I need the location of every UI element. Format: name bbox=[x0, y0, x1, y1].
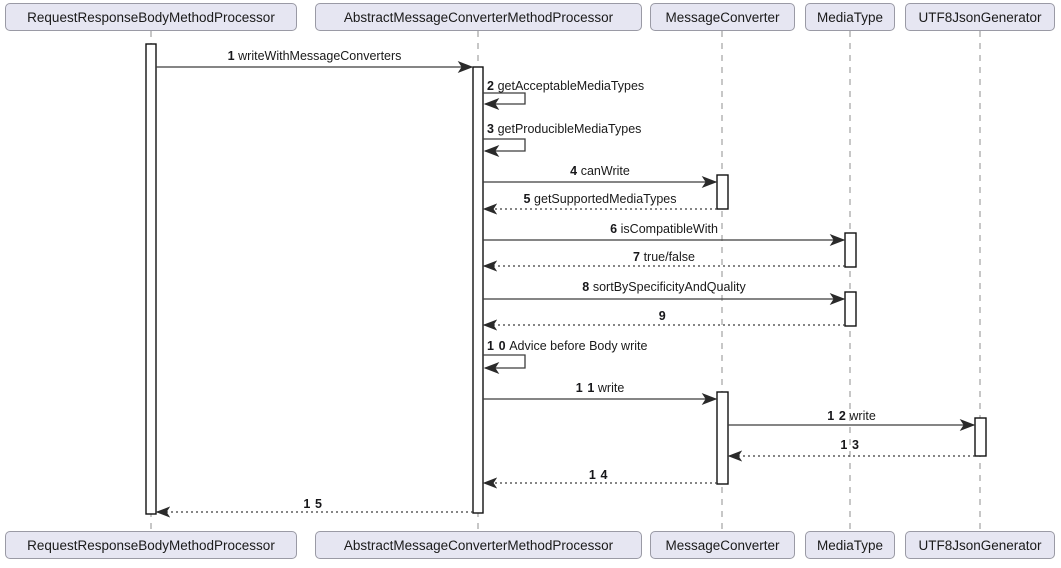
participant-label: MediaType bbox=[816, 9, 884, 25]
lifelines-group bbox=[150, 31, 981, 531]
activation-bar-p2 bbox=[472, 66, 484, 514]
participant-header-p5[interactable]: UTF8JsonGenerator bbox=[905, 3, 1055, 31]
message-text: getProducibleMediaTypes bbox=[497, 122, 642, 136]
message-label-14: 1 5 bbox=[303, 497, 325, 511]
message-text: canWrite bbox=[580, 164, 630, 178]
message-number: 1 bbox=[227, 49, 236, 63]
activation-bar-p1 bbox=[145, 43, 157, 515]
activation-bar-p4 bbox=[844, 232, 857, 268]
message-label-7: 8 sortBySpecificityAndQuality bbox=[582, 280, 745, 294]
participant-label: UTF8JsonGenerator bbox=[918, 9, 1042, 25]
self-message-1 bbox=[483, 92, 526, 110]
participant-footer-p5[interactable]: UTF8JsonGenerator bbox=[905, 531, 1055, 559]
message-number: 5 bbox=[523, 192, 532, 206]
participant-label: MediaType bbox=[816, 537, 884, 553]
message-text: write bbox=[597, 381, 625, 395]
message-label-0: 1 writeWithMessageConverters bbox=[228, 49, 402, 63]
message-number: 1 2 bbox=[827, 409, 847, 423]
message-text: getSupportedMediaTypes bbox=[534, 192, 677, 206]
sequence-diagram: RequestResponseBodyMethodProcessor Abstra… bbox=[0, 0, 1061, 568]
self-message-9 bbox=[483, 354, 526, 374]
message-label-3: 4 canWrite bbox=[570, 164, 630, 178]
message-label-10: 1 1 write bbox=[576, 381, 625, 395]
message-number: 1 3 bbox=[840, 438, 860, 452]
message-number: 8 bbox=[582, 280, 590, 294]
message-label-11: 1 2 write bbox=[827, 409, 876, 423]
activation-bar-p4 bbox=[844, 291, 857, 327]
participant-footer-p4[interactable]: MediaType bbox=[805, 531, 895, 559]
message-number: 1 4 bbox=[588, 468, 609, 482]
participant-label: RequestResponseBodyMethodProcessor bbox=[27, 537, 275, 553]
message-label-1: 2 getAcceptableMediaTypes bbox=[487, 79, 644, 93]
message-number: 1 5 bbox=[303, 497, 323, 511]
participant-header-p4[interactable]: MediaType bbox=[805, 3, 895, 31]
message-label-8: 9 bbox=[659, 309, 670, 323]
participant-label: RequestResponseBodyMethodProcessor bbox=[27, 9, 275, 25]
message-label-12: 1 3 bbox=[840, 438, 862, 452]
participant-label: UTF8JsonGenerator bbox=[918, 537, 1042, 553]
message-number: 4 bbox=[570, 164, 578, 178]
message-number: 9 bbox=[658, 309, 667, 323]
message-number: 6 bbox=[610, 222, 618, 236]
participant-header-p1[interactable]: RequestResponseBodyMethodProcessor bbox=[5, 3, 297, 31]
activation-bar-p5 bbox=[974, 417, 987, 457]
participant-label: AbstractMessageConverterMethodProcessor bbox=[343, 9, 614, 25]
message-text: sortBySpecificityAndQuality bbox=[592, 280, 746, 294]
participant-footer-p3[interactable]: MessageConverter bbox=[650, 531, 795, 559]
message-text: isCompatibleWith bbox=[620, 222, 718, 236]
message-label-13: 1 4 bbox=[589, 468, 611, 482]
participant-header-p2[interactable]: AbstractMessageConverterMethodProcessor bbox=[315, 3, 642, 31]
participant-label: AbstractMessageConverterMethodProcessor bbox=[343, 537, 614, 553]
self-message-2 bbox=[483, 138, 526, 157]
message-number: 2 bbox=[487, 79, 495, 93]
activation-bar-p3 bbox=[716, 391, 729, 485]
message-text: true/false bbox=[643, 250, 695, 264]
message-label-4: 5 getSupportedMediaTypes bbox=[523, 192, 676, 206]
message-text: Advice before Body write bbox=[509, 339, 648, 353]
participant-label: MessageConverter bbox=[665, 537, 780, 553]
message-number: 1 1 bbox=[575, 381, 595, 395]
message-label-5: 6 isCompatibleWith bbox=[610, 222, 718, 236]
message-number: 1 0 bbox=[487, 339, 507, 353]
message-text: getAcceptableMediaTypes bbox=[497, 79, 645, 93]
message-text: writeWithMessageConverters bbox=[238, 49, 402, 63]
message-label-9: 1 0 Advice before Body write bbox=[487, 339, 647, 353]
message-label-6: 7 true/false bbox=[633, 250, 695, 264]
message-number: 3 bbox=[487, 122, 495, 136]
message-text: write bbox=[849, 409, 876, 423]
activation-bar-p3 bbox=[716, 174, 729, 210]
message-number: 7 bbox=[633, 250, 641, 264]
participant-footer-p2[interactable]: AbstractMessageConverterMethodProcessor bbox=[315, 531, 642, 559]
participant-header-p3[interactable]: MessageConverter bbox=[650, 3, 795, 31]
participant-footer-p1[interactable]: RequestResponseBodyMethodProcessor bbox=[5, 531, 297, 559]
participant-label: MessageConverter bbox=[665, 9, 780, 25]
message-label-2: 3 getProducibleMediaTypes bbox=[487, 122, 641, 136]
